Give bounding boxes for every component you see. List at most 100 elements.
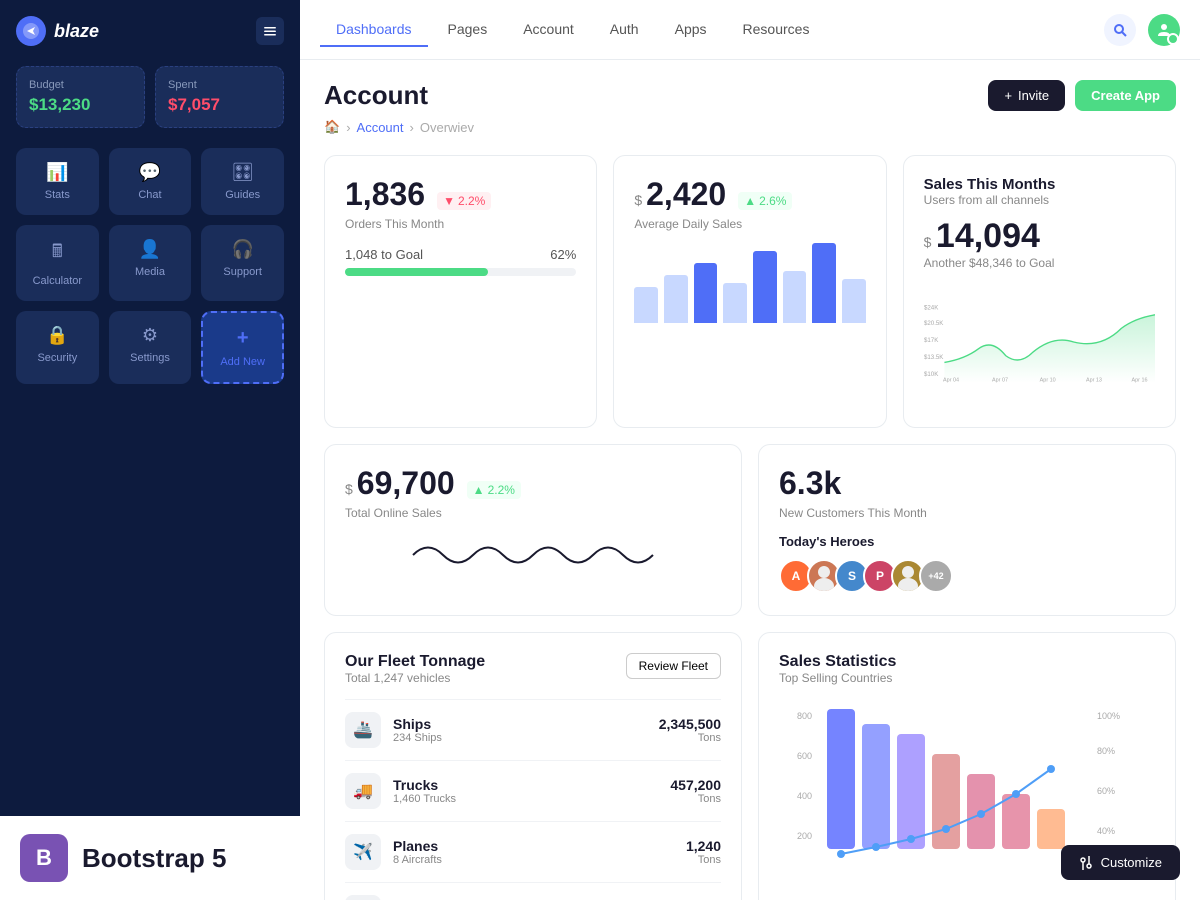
svg-text:Apr 13: Apr 13 [1086, 377, 1102, 383]
bar-4 [723, 283, 747, 323]
nav-grid: 📊 Stats 💬 Chat 🎛 Guides 🖩 Calculator 👤 M… [16, 148, 284, 384]
trucks-name: Trucks [393, 777, 456, 793]
breadcrumb-sep1: › [346, 120, 350, 135]
progress-bg [345, 268, 576, 276]
online-label: Total Online Sales [345, 506, 721, 520]
invite-button[interactable]: + Invite [988, 80, 1065, 111]
media-icon: 👤 [139, 239, 161, 260]
sidebar-item-security[interactable]: 🔒 Security [16, 311, 99, 384]
svg-text:$20.5K: $20.5K [924, 320, 943, 327]
sidebar-item-settings[interactable]: ⚙ Settings [109, 311, 192, 384]
trucks-value-area: 457,200 Tons [670, 777, 721, 805]
guides-icon: 🎛 [231, 162, 254, 183]
squiggle-chart [345, 520, 721, 590]
svg-text:Apr 04: Apr 04 [943, 377, 959, 383]
fleet-header: Our Fleet Tonnage Total 1,247 vehicles R… [345, 653, 721, 685]
main-content: Dashboards Pages Account Auth Apps Resou… [300, 0, 1200, 900]
tab-dashboards[interactable]: Dashboards [320, 13, 428, 47]
top-nav: Dashboards Pages Account Auth Apps Resou… [300, 0, 1200, 60]
ships-info: Ships 234 Ships [393, 716, 442, 744]
customers-label: New Customers This Month [779, 506, 1155, 520]
hero-avatar-more: +42 [919, 559, 953, 593]
ships-unit: Tons [659, 732, 721, 744]
online-value: 69,700 [357, 465, 455, 502]
user-avatar[interactable] [1148, 14, 1180, 46]
budget-card: Budget $13,230 [16, 66, 145, 128]
sidebar: blaze Budget $13,230 Spent $7,057 📊 Stat… [0, 0, 300, 900]
fleet-title-area: Our Fleet Tonnage Total 1,247 vehicles [345, 653, 485, 685]
tab-auth[interactable]: Auth [594, 13, 655, 47]
tab-pages[interactable]: Pages [432, 13, 504, 47]
chat-icon: 💬 [139, 162, 161, 183]
sidebar-item-chat[interactable]: 💬 Chat [109, 148, 192, 215]
bar-2 [664, 275, 688, 323]
sales-month-card: Sales This Months Users from all channel… [903, 155, 1176, 428]
svg-text:60%: 60% [1097, 786, 1115, 796]
svg-text:Apr 07: Apr 07 [992, 377, 1008, 383]
svg-text:800: 800 [797, 711, 812, 721]
sidebar-item-add-new[interactable]: + Add New [201, 311, 284, 384]
sidebar-item-media[interactable]: 👤 Media [109, 225, 192, 301]
tab-apps[interactable]: Apps [659, 13, 723, 47]
breadcrumb-account[interactable]: Account [357, 120, 404, 135]
ships-value-area: 2,345,500 Tons [659, 716, 721, 744]
online-badge: ▲ 2.2% [467, 481, 521, 499]
spent-card: Spent $7,057 [155, 66, 284, 128]
daily-sales-arrow: ▲ [744, 194, 756, 208]
sales-stats-subtitle: Top Selling Countries [779, 671, 1155, 685]
breadcrumb-sep2: › [410, 120, 414, 135]
orders-progress: 1,048 to Goal 62% [345, 247, 576, 276]
bar-6 [783, 271, 807, 323]
sales-goal: Another $48,346 to Goal [924, 256, 1155, 270]
support-label: Support [223, 266, 262, 278]
create-app-button[interactable]: Create App [1075, 80, 1176, 111]
settings-label: Settings [130, 352, 170, 364]
sidebar-item-calculator[interactable]: 🖩 Calculator [16, 225, 99, 301]
planes-info: Planes 8 Aircrafts [393, 838, 442, 866]
settings-icon: ⚙ [142, 325, 158, 346]
customize-button[interactable]: Customize [1061, 845, 1180, 880]
search-button[interactable] [1104, 14, 1136, 46]
bootstrap-badge: B Bootstrap 5 [0, 816, 300, 900]
stats-grid: 1,836 ▼ 2.2% Orders This Month 1,048 to … [324, 155, 1176, 428]
tab-resources[interactable]: Resources [727, 13, 826, 47]
stats-row2: $ 69,700 ▲ 2.2% Total Online Sales 6.3k [324, 444, 1176, 616]
online-sales-card: $ 69,700 ▲ 2.2% Total Online Sales [324, 444, 742, 616]
add-new-label: Add New [220, 356, 265, 368]
sidebar-item-support[interactable]: 🎧 Support [201, 225, 284, 301]
review-fleet-button[interactable]: Review Fleet [626, 653, 721, 679]
customize-label: Customize [1101, 855, 1162, 870]
planes-count: 8 Aircrafts [393, 854, 442, 866]
invite-plus-icon: + [1004, 88, 1012, 103]
ships-count: 234 Ships [393, 732, 442, 744]
sidebar-item-stats[interactable]: 📊 Stats [16, 148, 99, 215]
chat-label: Chat [138, 189, 161, 201]
calculator-icon: 🖩 [52, 239, 63, 269]
sidebar-menu-btn[interactable] [256, 17, 284, 45]
line-chart: $24K $20.5K $17K $13.5K $10K [924, 282, 1155, 407]
trucks-tons: 457,200 [670, 777, 721, 793]
goal-pct: 62% [550, 247, 576, 262]
orders-badge-arrow: ▼ [443, 194, 455, 208]
sales-value: 14,094 [936, 217, 1040, 255]
fleet-item-planes: ✈️ Planes 8 Aircrafts 1,240 Tons [345, 821, 721, 882]
daily-sales-prefix: $ [634, 192, 642, 208]
svg-text:600: 600 [797, 751, 812, 761]
breadcrumb-home[interactable]: 🏠 [324, 119, 340, 135]
budget-cards: Budget $13,230 Spent $7,057 [16, 66, 284, 128]
sidebar-item-guides[interactable]: 🎛 Guides [201, 148, 284, 215]
bar-1 [634, 287, 658, 323]
trucks-count: 1,460 Trucks [393, 793, 456, 805]
calculator-label: Calculator [33, 275, 83, 287]
fleet-item-trucks: 🚚 Trucks 1,460 Trucks 457,200 Tons [345, 760, 721, 821]
fleet-subtitle: Total 1,247 vehicles [345, 671, 485, 685]
ships-tons: 2,345,500 [659, 716, 721, 732]
tab-account[interactable]: Account [507, 13, 590, 47]
goal-text: 1,048 to Goal [345, 247, 423, 262]
stats-icon: 📊 [46, 162, 68, 183]
stats-label: Stats [45, 189, 70, 201]
bar-5 [753, 251, 777, 323]
planes-name: Planes [393, 838, 442, 854]
bar-3 [694, 263, 718, 323]
heroes-avatars: A S P +42 [779, 559, 1155, 593]
